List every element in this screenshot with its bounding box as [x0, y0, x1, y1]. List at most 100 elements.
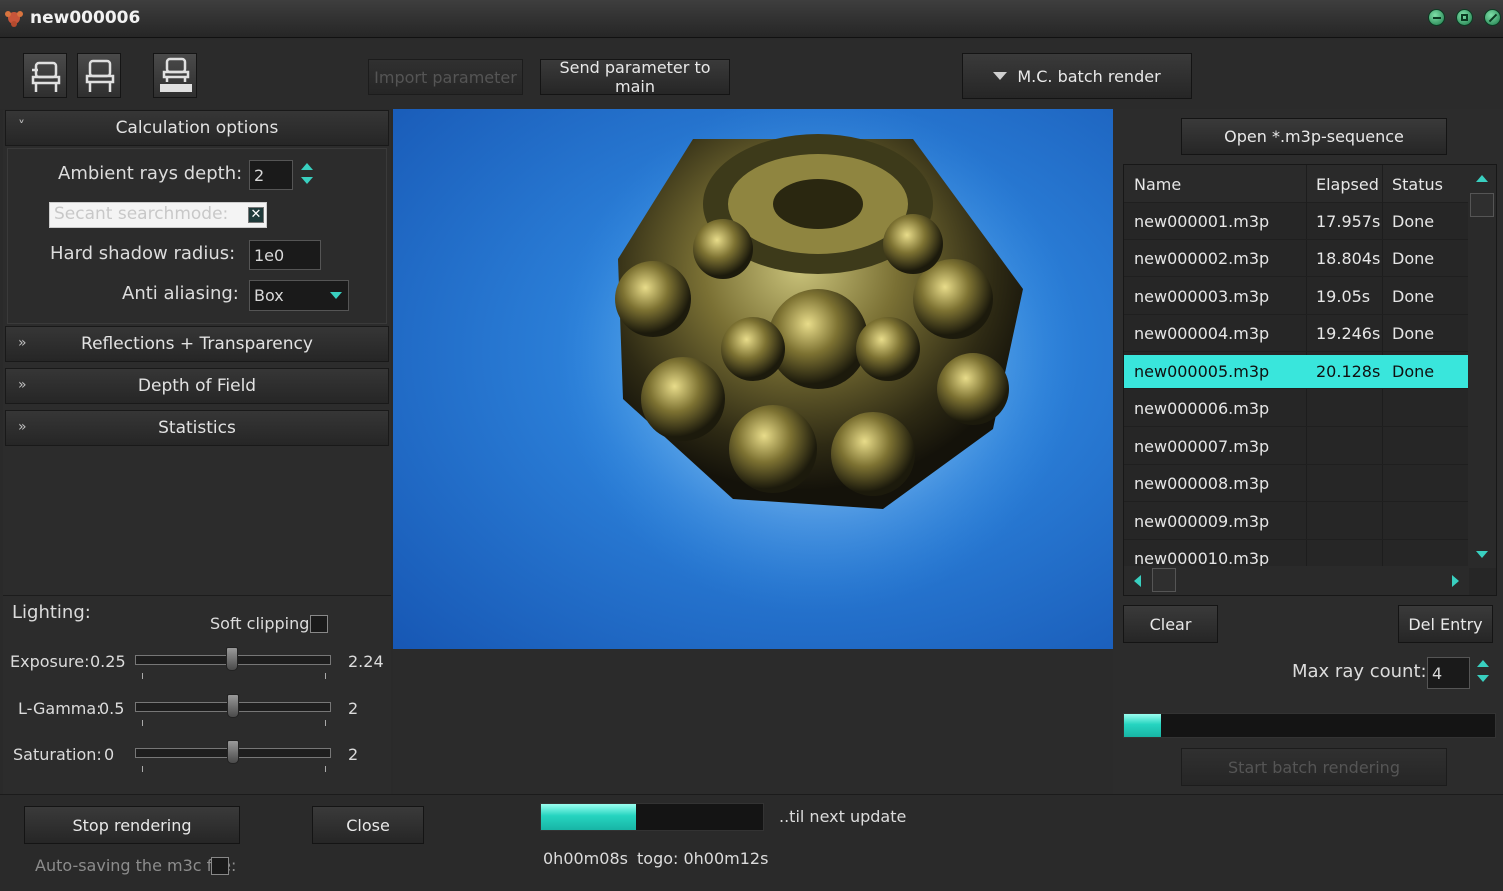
reflections-title: Reflections + Transparency [81, 334, 313, 354]
saturation-min-value: 0 [104, 745, 115, 764]
saturation-slider-thumb[interactable] [227, 740, 239, 764]
import-parameter-button[interactable]: Import parameter [368, 59, 523, 95]
anti-aliasing-label: Anti aliasing: [122, 283, 239, 304]
ambient-rays-spinner[interactable] [299, 161, 319, 184]
row-name: new000008.m3p [1134, 474, 1270, 493]
table-row-selected[interactable]: new000005.m3p 20.128s Done [1124, 355, 1469, 389]
left-panel: ˅ Calculation options Ambient rays depth… [3, 110, 391, 794]
autosave-label: Auto-saving the m3c file: [35, 856, 237, 875]
lgamma-max-value: 2 [348, 699, 359, 718]
chevron-right-icon: » [18, 335, 27, 351]
table-row[interactable]: new000003.m3p 19.05s Done [1124, 278, 1469, 315]
batch-progress-fill [1124, 714, 1162, 737]
window-title: new000006 [30, 8, 141, 28]
column-header-status[interactable]: Status [1392, 175, 1443, 194]
table-row[interactable]: new000006.m3p [1124, 390, 1469, 427]
start-batch-rendering-button[interactable]: Start batch rendering [1181, 748, 1447, 786]
ambient-rays-input[interactable]: 2 [249, 160, 293, 190]
tick [142, 720, 143, 726]
clear-button[interactable]: Clear [1123, 605, 1218, 643]
scroll-right-icon[interactable] [1452, 575, 1459, 587]
row-status: Done [1392, 249, 1435, 268]
open-m3p-sequence-button[interactable]: Open *.m3p-sequence [1181, 118, 1447, 155]
row-elapsed: 17.957s [1316, 212, 1381, 231]
column-header-elapsed[interactable]: Elapsed [1316, 175, 1379, 194]
soft-clipping-checkbox[interactable] [310, 615, 328, 633]
max-ray-count-spinner[interactable] [1475, 658, 1495, 682]
save-seat-icon[interactable] [77, 53, 121, 98]
tick [325, 720, 326, 726]
ambient-rays-label: Ambient rays depth: [58, 163, 243, 184]
saturation-label: Saturation: [13, 745, 102, 764]
scroll-thumb[interactable] [1152, 568, 1176, 592]
scroll-up-icon[interactable] [1476, 175, 1488, 182]
minimize-button[interactable] [1428, 9, 1445, 26]
close-button[interactable]: Close [312, 806, 424, 844]
update-progress-bar [540, 803, 764, 831]
dropdown-arrow-icon [330, 292, 342, 299]
title-bar: new000006 [0, 0, 1503, 38]
batch-progress-bar [1123, 713, 1496, 738]
soft-clipping-label: Soft clipping: [210, 614, 315, 633]
row-name: new000009.m3p [1134, 512, 1270, 531]
elapsed-time: 0h00m08s [543, 849, 628, 868]
exposure-min-value: 0.25 [90, 652, 126, 671]
row-elapsed: 19.246s [1316, 324, 1381, 343]
column-header-name[interactable]: Name [1134, 175, 1181, 194]
mandelbulb-render-image [558, 109, 1078, 614]
close-window-button[interactable] [1484, 9, 1501, 26]
scroll-left-icon[interactable] [1134, 575, 1141, 587]
row-name: new000005.m3p [1134, 362, 1270, 381]
exposure-label: Exposure: [10, 652, 90, 671]
send-parameter-button[interactable]: Send parameter to main [540, 58, 730, 96]
scroll-thumb[interactable] [1470, 193, 1494, 217]
calculation-options-header[interactable]: ˅ Calculation options [5, 110, 389, 146]
del-entry-button[interactable]: Del Entry [1398, 605, 1493, 643]
lgamma-min-value: 0.5 [99, 699, 125, 718]
row-name: new000006.m3p [1134, 399, 1270, 418]
tick [325, 766, 326, 772]
depth-of-field-header[interactable]: » Depth of Field [5, 368, 389, 404]
triangle-down-icon [993, 72, 1008, 80]
lgamma-slider-thumb[interactable] [227, 694, 239, 718]
vertical-scrollbar[interactable] [1468, 165, 1496, 568]
stop-rendering-button[interactable]: Stop rendering [24, 806, 240, 844]
row-status: Done [1392, 287, 1435, 306]
autosave-checkbox[interactable] [211, 857, 229, 875]
maximize-button[interactable] [1456, 9, 1473, 26]
table-row[interactable]: new000007.m3p [1124, 428, 1469, 465]
scroll-down-icon[interactable] [1476, 551, 1488, 558]
open-seat-icon[interactable] [23, 53, 67, 98]
hard-shadow-label: Hard shadow radius: [50, 243, 236, 264]
reflections-transparency-header[interactable]: » Reflections + Transparency [5, 326, 389, 362]
lgamma-label: L-Gamma: [18, 699, 102, 718]
save-batch-icon[interactable] [153, 53, 197, 98]
max-ray-count-input[interactable]: 4 [1427, 657, 1470, 689]
tick [325, 673, 326, 679]
statistics-header[interactable]: » Statistics [5, 410, 389, 446]
anti-aliasing-select[interactable]: Box [249, 280, 349, 311]
table-row[interactable]: new000002.m3p 18.804s Done [1124, 240, 1469, 277]
toolbar [0, 39, 1503, 109]
table-row[interactable]: new000009.m3p [1124, 503, 1469, 540]
table-row[interactable]: new000004.m3p 19.246s Done [1124, 315, 1469, 352]
mc-batch-render-button[interactable]: M.C. batch render [962, 53, 1192, 99]
exposure-slider-thumb[interactable] [226, 647, 238, 671]
anti-aliasing-value: Box [254, 286, 284, 305]
secant-checkbox-checked[interactable]: ✕ [248, 207, 264, 223]
hard-shadow-input[interactable]: 1e0 [249, 240, 321, 270]
table-header: Name Elapsed Status [1124, 165, 1469, 203]
table-row[interactable]: new000001.m3p 17.957s Done [1124, 203, 1469, 240]
secant-searchmode-box[interactable]: Secant searchmode: ✕ [49, 202, 267, 228]
table-row[interactable]: new000008.m3p [1124, 465, 1469, 502]
update-progress-fill [541, 804, 637, 830]
render-preview[interactable] [393, 109, 1113, 649]
tick [142, 673, 143, 679]
tick [142, 766, 143, 772]
exposure-max-value: 2.24 [348, 652, 384, 671]
horizontal-scrollbar[interactable] [1124, 566, 1469, 595]
calculation-options-title: Calculation options [115, 118, 279, 138]
batch-table[interactable]: Name Elapsed Status new000001.m3p 17.957… [1123, 164, 1497, 596]
depth-of-field-title: Depth of Field [137, 376, 257, 396]
row-name: new000001.m3p [1134, 212, 1270, 231]
